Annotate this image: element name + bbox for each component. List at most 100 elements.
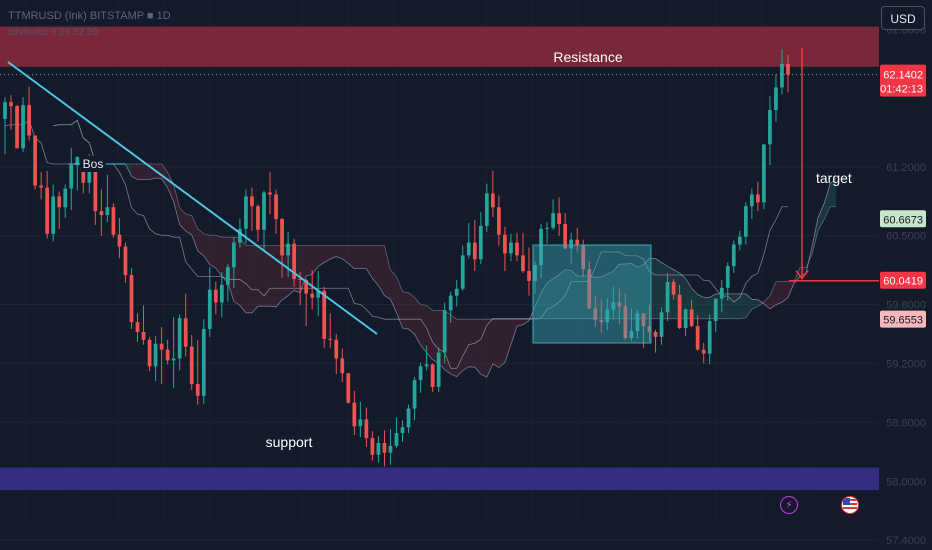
axis-tick-label: 58.6000 <box>886 417 926 429</box>
cloud-segment <box>462 319 469 371</box>
candle-body <box>364 419 369 439</box>
candle-body <box>491 193 495 208</box>
candle-body <box>388 445 393 453</box>
candle-body <box>189 346 194 385</box>
resistance-label: Resistance <box>553 49 622 65</box>
candle-body <box>412 380 417 409</box>
candle-body <box>515 242 519 256</box>
candle-body <box>731 244 736 267</box>
candle-body <box>105 207 110 216</box>
chart-area[interactable]: Resistance support Bos target 62.600061.… <box>0 0 932 550</box>
consolidation-box <box>532 244 652 344</box>
candle-body <box>159 343 164 350</box>
candle-body <box>165 349 170 361</box>
price-labels: 62.1402 01:42:13 60.6673 60.0419 59.6553 <box>880 64 926 328</box>
candle-body <box>406 408 411 428</box>
candle-body <box>509 242 513 254</box>
candle-body <box>436 352 441 387</box>
candle-body <box>725 266 730 288</box>
axis-tick-label: 57.4000 <box>886 535 926 547</box>
bos-label: Bos <box>83 157 104 171</box>
candle-body <box>424 364 429 367</box>
cloud-segment <box>167 172 174 202</box>
candle-body <box>63 188 68 208</box>
candle-body <box>195 384 200 396</box>
cloud-segment <box>818 203 825 231</box>
candle-body <box>400 427 405 434</box>
candle-body <box>497 207 501 235</box>
cloud-segment <box>257 245 264 307</box>
resistance-zone <box>0 26 879 67</box>
candle-body <box>129 275 134 323</box>
cloud-segment <box>697 294 704 319</box>
us-flag-icon[interactable] <box>841 496 859 514</box>
cloud-segment <box>402 291 409 330</box>
axis-tick-label: 60.5000 <box>886 231 926 243</box>
candle-body <box>183 318 188 347</box>
candle-body <box>454 288 459 296</box>
currency-button[interactable]: USD <box>881 6 925 30</box>
candle-body <box>786 63 790 75</box>
candle-body <box>250 196 254 207</box>
candle-body <box>557 213 561 224</box>
candle-body <box>15 106 19 149</box>
candle-body <box>141 331 146 340</box>
candle-body <box>232 242 236 268</box>
base-line <box>4 119 788 369</box>
cloud-segment <box>251 245 258 313</box>
price-label-a-value: 60.6673 <box>883 214 923 226</box>
cloud-segment <box>655 258 662 319</box>
candle-body <box>39 185 44 188</box>
cloud-segment <box>492 319 499 368</box>
candle-body <box>213 289 218 303</box>
axis-tick-label: 59.2000 <box>886 358 926 370</box>
price-chart[interactable]: Resistance support Bos target 62.600061.… <box>0 0 932 550</box>
candle-body <box>219 284 224 303</box>
descending-trendline <box>7 61 378 335</box>
cloud-segment <box>378 245 385 296</box>
candle-body <box>551 213 555 228</box>
support-label: support <box>266 434 313 450</box>
indicator-info[interactable]: Ichimoku 9 26 52 26 <box>8 27 98 38</box>
candle-body <box>545 227 549 229</box>
candle-body <box>376 442 381 455</box>
candle-body <box>478 225 483 260</box>
axis-tick-label: 61.2000 <box>886 162 926 174</box>
candle-body <box>135 322 140 332</box>
candle-body <box>707 321 712 354</box>
axis-tick-label: 58.0000 <box>886 476 926 488</box>
cloud-segment <box>420 304 427 353</box>
candle-body <box>442 310 447 353</box>
candle-body <box>521 255 525 272</box>
lightning-icon[interactable]: ⚡ <box>780 496 798 514</box>
flag-graphic <box>843 498 857 512</box>
cloud-segment <box>498 319 505 368</box>
target-price-value: 60.0419 <box>883 276 923 288</box>
cloud-segment <box>384 245 391 300</box>
cloud-segment <box>504 319 511 363</box>
cloud-segment <box>486 319 493 378</box>
candle-body <box>262 192 266 230</box>
candle-body <box>689 309 694 327</box>
candle-body <box>418 366 423 381</box>
cloud-segment <box>703 297 710 319</box>
candle-body <box>244 196 248 229</box>
candle-body <box>69 165 74 189</box>
candle-body <box>774 87 778 110</box>
candle-body <box>653 331 658 337</box>
candle-body <box>768 110 772 145</box>
candle-body <box>201 329 206 396</box>
candle-body <box>99 211 104 216</box>
candle-body <box>756 194 760 203</box>
candles <box>3 49 790 467</box>
axis-tick-label: 59.8000 <box>886 299 926 311</box>
candle-body <box>737 236 742 245</box>
candle-body <box>346 373 351 403</box>
symbol-info[interactable]: TTMRUSD (Ink) BITSTAMP ■ 1D <box>8 10 171 22</box>
candle-body <box>225 267 230 285</box>
candle-body <box>503 234 507 254</box>
target-marker <box>789 48 879 282</box>
candle-body <box>352 402 357 427</box>
candle-body <box>665 281 670 313</box>
candle-body <box>370 438 375 455</box>
